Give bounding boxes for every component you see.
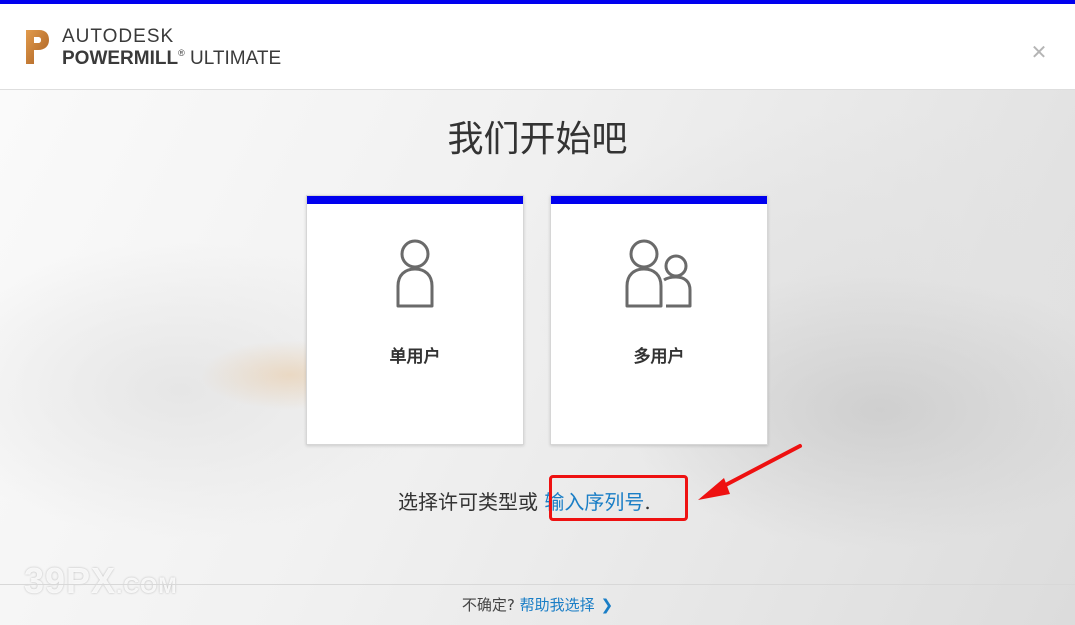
annotation-highlight-box bbox=[549, 475, 688, 521]
close-icon[interactable]: ✕ bbox=[1029, 42, 1049, 62]
annotation-arrow-icon bbox=[698, 444, 802, 500]
multi-user-label: 多用户 bbox=[633, 347, 685, 367]
brand-company: AUTODESK bbox=[62, 26, 175, 47]
footer-question: 不确定? bbox=[461, 596, 515, 614]
single-user-label: 单用户 bbox=[389, 347, 441, 367]
multi-user-card[interactable]: 多用户 bbox=[550, 195, 768, 445]
brand-product-bold: POWERMILL bbox=[62, 48, 179, 69]
card-accent-bar bbox=[307, 196, 523, 204]
multi-user-icon bbox=[551, 238, 767, 314]
choose-prefix: 选择许可类型或 bbox=[398, 490, 538, 514]
card-accent-bar bbox=[551, 196, 767, 204]
footer: 不确定? 帮助我选择 ❯ bbox=[0, 594, 1075, 615]
header: AUTODESK POWERMILL® ULTIMATE ✕ bbox=[0, 4, 1075, 90]
page-title: 我们开始吧 bbox=[447, 119, 628, 160]
footer-divider bbox=[0, 584, 1075, 585]
brand-product: POWERMILL® ULTIMATE bbox=[62, 48, 282, 69]
background-art bbox=[0, 90, 1075, 625]
brand-product-rest: ULTIMATE bbox=[190, 48, 282, 69]
help-me-choose-link[interactable]: 帮助我选择 bbox=[520, 596, 595, 614]
single-user-card[interactable]: 单用户 bbox=[306, 195, 524, 445]
autodesk-p-logo-icon bbox=[26, 30, 49, 64]
chevron-right-icon[interactable]: ❯ bbox=[601, 596, 614, 614]
single-user-icon bbox=[307, 238, 523, 314]
